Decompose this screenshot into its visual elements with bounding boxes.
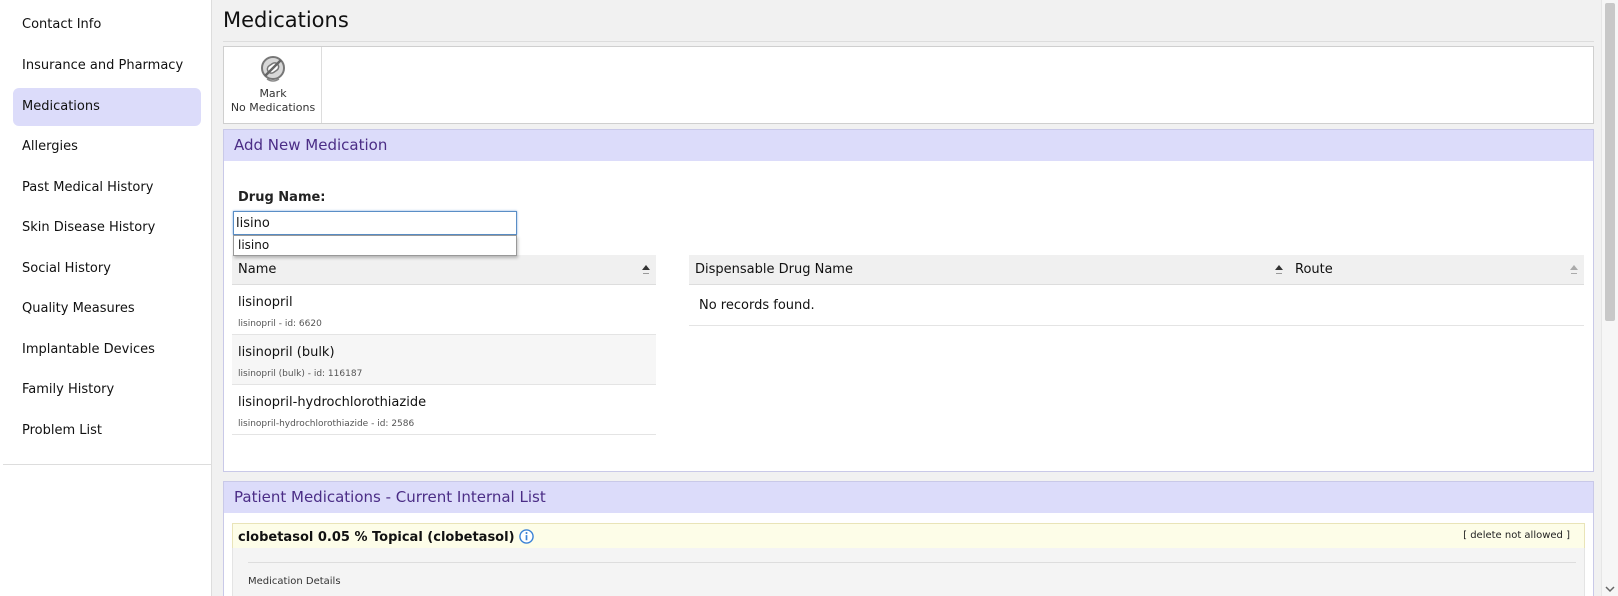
sidebar-item-problem-list[interactable]: Problem List <box>13 412 201 450</box>
drug-name-input[interactable] <box>233 211 517 235</box>
scroll-thumb[interactable] <box>1605 3 1615 321</box>
medication-details: Medication Details <box>232 548 1585 596</box>
drug-name: lisinopril-hydrochlorothiazide <box>238 395 427 410</box>
table-divider <box>689 325 1584 326</box>
name-header-label: Name <box>238 262 277 277</box>
sidebar-divider <box>3 464 211 465</box>
details-divider <box>248 562 1576 563</box>
sidebar-item-social-history[interactable]: Social History <box>13 250 201 288</box>
sidebar-item-allergies[interactable]: Allergies <box>13 128 201 166</box>
no-medications-icon <box>261 56 285 82</box>
sidebar-nav: Contact Info Insurance and Pharmacy Medi… <box>0 0 212 596</box>
scroll-down-arrow-icon[interactable] <box>1605 584 1615 594</box>
sort-ascending-icon <box>1275 265 1283 274</box>
no-records-message: No records found. <box>699 298 815 313</box>
autocomplete-list: lisino <box>233 235 517 256</box>
dispensable-drug-name-column-header[interactable]: Dispensable Drug Name <box>689 255 1289 285</box>
drug-name: lisinopril <box>238 295 293 310</box>
medication-title: clobetasol 0.05 % Topical (clobetasol) <box>238 529 534 545</box>
medication-name: clobetasol 0.05 % Topical (clobetasol) <box>238 530 515 545</box>
sidebar-item-quality-measures[interactable]: Quality Measures <box>13 290 201 328</box>
page-title: Medications <box>223 8 349 32</box>
drug-name-table: Name lisinopril lisinopril - id: 6620 li… <box>232 255 656 435</box>
no-medications-label: No Medications <box>230 101 316 114</box>
sidebar-item-medications[interactable]: Medications <box>13 88 201 126</box>
drug-name: lisinopril (bulk) <box>238 345 335 360</box>
medication-details-label: Medication Details <box>248 576 341 587</box>
mark-no-medications-button[interactable]: Mark No Medications <box>224 47 322 123</box>
main-content: Medications Mark No Medications Add New … <box>223 0 1594 596</box>
route-column-header[interactable]: Route <box>1289 255 1584 285</box>
sidebar-item-skin-disease-history[interactable]: Skin Disease History <box>13 209 201 247</box>
delete-not-allowed-text: [ delete not allowed ] <box>1463 530 1570 541</box>
mark-label: Mark <box>259 87 287 100</box>
add-medication-heading: Add New Medication <box>224 130 1593 161</box>
sort-icon <box>1570 265 1578 274</box>
sidebar-item-contact-info[interactable]: Contact Info <box>13 6 201 44</box>
sidebar-item-insurance-and-pharmacy[interactable]: Insurance and Pharmacy <box>13 47 201 85</box>
patient-medications-heading: Patient Medications - Current Internal L… <box>224 482 1593 513</box>
medication-row[interactable]: clobetasol 0.05 % Topical (clobetasol) [… <box>232 523 1585 549</box>
sort-ascending-icon <box>642 265 650 274</box>
table-row[interactable]: lisinopril-hydrochlorothiazide lisinopri… <box>232 385 656 435</box>
toolbar: Mark No Medications <box>223 46 1594 124</box>
info-icon[interactable] <box>518 529 534 544</box>
route-header-label: Route <box>1295 262 1333 277</box>
name-column-header[interactable]: Name <box>232 255 656 285</box>
dispensable-drug-table: Dispensable Drug Name Route No records f… <box>689 255 1584 326</box>
sidebar-item-past-medical-history[interactable]: Past Medical History <box>13 169 201 207</box>
add-medication-panel: Add New Medication Drug Name: lisino Nam… <box>223 129 1594 472</box>
autocomplete-option[interactable]: lisino <box>234 236 516 255</box>
patient-medications-panel: Patient Medications - Current Internal L… <box>223 481 1594 596</box>
dispensable-header-label: Dispensable Drug Name <box>695 262 853 277</box>
table-row[interactable]: lisinopril lisinopril - id: 6620 <box>232 285 656 335</box>
page-scrollbar[interactable] <box>1601 0 1618 596</box>
sidebar-item-family-history[interactable]: Family History <box>13 371 201 409</box>
drug-sub-info: lisinopril (bulk) - id: 116187 <box>238 369 363 379</box>
title-divider <box>223 41 1594 42</box>
drug-sub-info: lisinopril-hydrochlorothiazide - id: 258… <box>238 419 415 429</box>
table-row[interactable]: lisinopril (bulk) lisinopril (bulk) - id… <box>232 335 656 385</box>
drug-name-label: Drug Name: <box>238 190 326 205</box>
drug-sub-info: lisinopril - id: 6620 <box>238 319 322 329</box>
sidebar-item-implantable-devices[interactable]: Implantable Devices <box>13 331 201 369</box>
